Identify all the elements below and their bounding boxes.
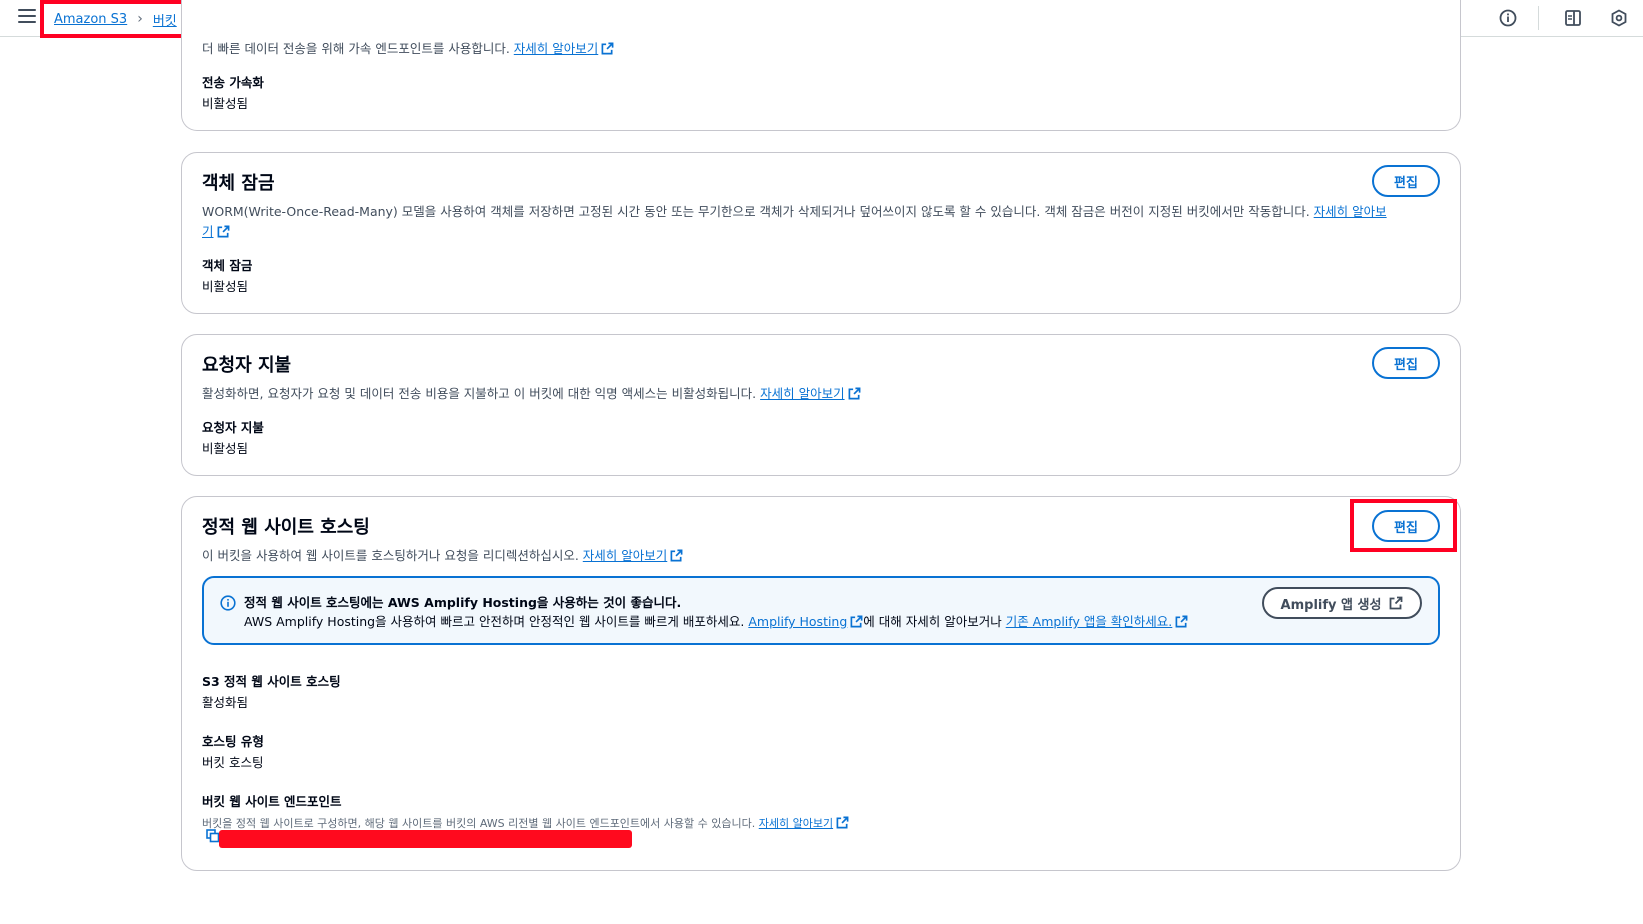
redacted-endpoint-url — [219, 830, 632, 848]
panel-description: 이 버킷을 사용하여 웹 사이트를 호스팅하거나 요청을 리디렉션하십시오. 자… — [202, 546, 683, 566]
chevron-right-icon: › — [137, 11, 143, 27]
learn-more-link[interactable]: 자세히 알아보기 — [760, 386, 861, 401]
existing-amplify-apps-link[interactable]: 기존 Amplify 앱을 확인하세요. — [1006, 614, 1189, 629]
field-requester-pays: 요청자 지불 비활성됨 — [202, 417, 264, 457]
amplify-info-alert: 정적 웹 사이트 호스팅에는 AWS Amplify Hosting을 사용하는… — [202, 576, 1440, 645]
field-label: 버킷 웹 사이트 엔드포인트 — [202, 794, 342, 809]
create-amplify-app-button[interactable]: Amplify 앱 생성 — [1262, 587, 1422, 619]
field-label: 요청자 지불 — [202, 420, 264, 435]
info-icon[interactable] — [1496, 6, 1520, 30]
learn-more-label: 자세히 알아보기 — [758, 817, 834, 830]
panel-description: WORM(Write-Once-Read-Many) 모델을 사용하여 객체를 … — [202, 202, 1442, 242]
field-object-lock: 객체 잠금 비활성됨 — [202, 255, 252, 295]
transfer-acceleration-panel: 더 빠른 데이터 전송을 위해 가속 엔드포인트를 사용합니다. 자세히 알아보… — [181, 0, 1461, 131]
panel-description: 활성화하면, 요청자가 요청 및 데이터 전송 비용을 지불하고 이 버킷에 대… — [202, 384, 861, 404]
static-website-hosting-panel: 정적 웹 사이트 호스팅 편집 이 버킷을 사용하여 웹 사이트를 호스팅하거나… — [181, 496, 1461, 871]
learn-more-label: 자세히 알아보 — [1313, 204, 1387, 219]
field-label: 객체 잠금 — [202, 258, 253, 273]
copy-icon[interactable] — [206, 829, 220, 843]
top-right-icons — [1474, 6, 1631, 30]
amplify-hosting-link[interactable]: Amplify Hosting — [748, 614, 863, 629]
field-hosting-type: 호스팅 유형 버킷 호스팅 — [202, 731, 264, 771]
settings-shield-icon[interactable] — [1607, 6, 1631, 30]
external-link-icon — [836, 816, 849, 829]
breadcrumb-item-amazon-s3[interactable]: Amazon S3 — [54, 12, 127, 27]
external-link-icon — [670, 549, 683, 562]
alert-text: AWS Amplify Hosting을 사용하여 빠르고 안전하며 안정적인 … — [244, 611, 1188, 630]
learn-more-link-continued[interactable]: 기 — [202, 224, 230, 239]
divider — [1538, 6, 1539, 30]
learn-more-label: 자세히 알아보기 — [760, 386, 845, 401]
panel-description: 더 빠른 데이터 전송을 위해 가속 엔드포인트를 사용합니다. 자세히 알아보… — [202, 39, 614, 59]
field-description: 버킷을 정적 웹 사이트로 구성하면, 해당 웹 사이트를 버킷의 AWS 리전… — [202, 815, 1402, 831]
field-label: 전송 가속화 — [202, 75, 264, 90]
field-value: 비활성됨 — [202, 441, 249, 456]
external-link-icon — [1175, 615, 1188, 628]
field-label: 호스팅 유형 — [202, 734, 264, 749]
external-link-icon — [217, 225, 229, 238]
external-link-icon — [848, 387, 861, 400]
learn-more-link[interactable]: 자세히 알아보기 — [583, 548, 683, 563]
alert-title: 정적 웹 사이트 호스팅에는 AWS Amplify Hosting을 사용하는… — [244, 595, 682, 610]
object-lock-panel: 객체 잠금 편집 WORM(Write-Once-Read-Many) 모델을 … — [181, 152, 1461, 314]
description-text: WORM(Write-Once-Read-Many) 모델을 사용하여 객체를 … — [202, 204, 1310, 219]
learn-more-label: 자세히 알아보기 — [513, 41, 599, 56]
learn-more-label: 자세히 알아보기 — [582, 548, 668, 563]
description-text: 이 버킷을 사용하여 웹 사이트를 호스팅하거나 요청을 리디렉션하십시오. — [202, 548, 579, 563]
highlight-box — [1350, 499, 1457, 552]
panel-title: 정적 웹 사이트 호스팅 — [202, 517, 370, 538]
field-bucket-website-endpoint: 버킷 웹 사이트 엔드포인트 버킷을 정적 웹 사이트로 구성하면, 해당 웹 … — [202, 791, 1402, 843]
button-label: Amplify 앱 생성 — [1280, 597, 1382, 613]
description-text: 버킷을 정적 웹 사이트로 구성하면, 해당 웹 사이트를 버킷의 AWS 리전… — [202, 817, 756, 830]
menu-icon[interactable] — [18, 9, 36, 25]
external-link-icon — [601, 42, 614, 55]
link-label: 기존 Amplify 앱을 확인하세요. — [1005, 614, 1173, 629]
description-text: 더 빠른 데이터 전송을 위해 가속 엔드포인트를 사용합니다. — [202, 41, 510, 56]
panel-title: 요청자 지불 — [202, 355, 292, 376]
field-value: 버킷 호스팅 — [202, 755, 264, 770]
field-s3-static-hosting: S3 정적 웹 사이트 호스팅 활성화됨 — [202, 671, 341, 711]
field-transfer-acceleration: 전송 가속화 비활성됨 — [202, 72, 264, 112]
learn-more-link[interactable]: 자세히 알아보 — [1314, 204, 1387, 219]
learn-more-link[interactable]: 자세히 알아보기 — [758, 816, 849, 830]
learn-more-link[interactable]: 자세히 알아보기 — [514, 41, 614, 56]
external-link-icon — [1390, 596, 1403, 610]
requester-pays-edit-button[interactable]: 편집 — [1372, 347, 1440, 379]
requester-pays-panel: 요청자 지불 편집 활성화하면, 요청자가 요청 및 데이터 전송 비용을 지불… — [181, 334, 1461, 476]
description-text: 활성화하면, 요청자가 요청 및 데이터 전송 비용을 지불하고 이 버킷에 대… — [202, 386, 757, 401]
panel-toggle-icon[interactable] — [1561, 6, 1585, 30]
panel-title: 객체 잠금 — [202, 173, 275, 194]
external-link-icon — [850, 615, 863, 628]
info-icon — [220, 595, 236, 611]
link-label: Amplify Hosting — [748, 614, 848, 629]
field-label: S3 정적 웹 사이트 호스팅 — [202, 674, 341, 689]
field-value: 비활성됨 — [202, 96, 249, 111]
object-lock-edit-button[interactable]: 편집 — [1372, 165, 1440, 197]
alert-text-middle: 에 대해 자세히 알아보거나 — [863, 614, 1002, 629]
field-value: 활성화됨 — [202, 695, 249, 710]
field-value: 비활성됨 — [202, 279, 249, 294]
breadcrumb-item-buckets[interactable]: 버킷 — [153, 10, 177, 29]
learn-more-label: 기 — [202, 224, 214, 239]
alert-text-prefix: AWS Amplify Hosting을 사용하여 빠르고 안전하며 안정적인 … — [244, 614, 745, 629]
